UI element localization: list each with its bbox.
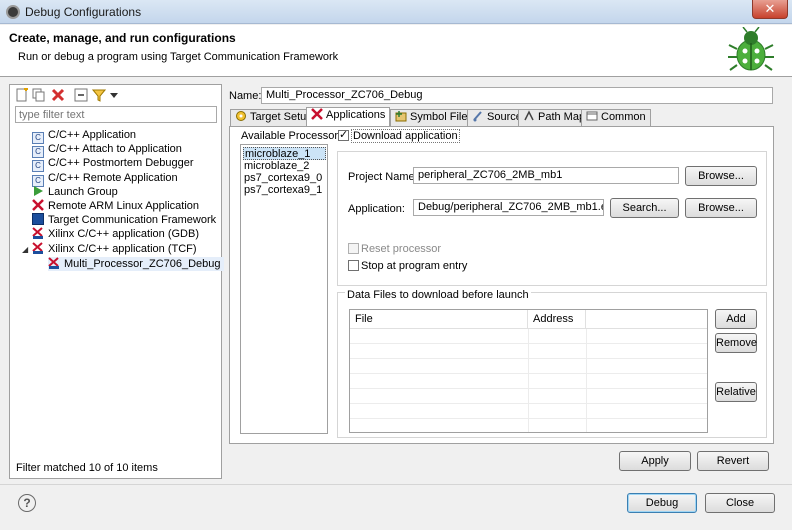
xilinx-icon — [311, 108, 323, 120]
available-processors-label: Available Processors — [241, 130, 344, 142]
download-application-checkbox[interactable] — [338, 128, 349, 141]
tree-item-remote-arm[interactable]: Remote ARM Linux Application — [32, 199, 199, 213]
stop-at-entry-label: Stop at program entry — [361, 260, 468, 272]
header-subtitle: Run or debug a program using Target Comm… — [18, 51, 339, 63]
tree-item-launch-group[interactable]: Launch Group — [32, 185, 118, 199]
processor-item[interactable]: microblaze_1 — [243, 147, 326, 160]
expand-arrow-icon[interactable]: ◢ — [22, 243, 32, 257]
tree-item-tcf[interactable]: Target Communication Framework — [32, 213, 216, 227]
tcf-icon — [32, 213, 44, 225]
project-name-field[interactable]: peripheral_ZC706_2MB_mb1 — [413, 167, 679, 184]
project-name-label: Project Name: — [348, 171, 418, 183]
common-icon — [586, 111, 598, 121]
tab-symbol-files[interactable]: Symbol Files — [390, 109, 478, 126]
apply-button[interactable]: Apply — [619, 451, 691, 471]
dialog-header: Create, manage, and run configurations R… — [0, 25, 792, 77]
tree-item-xilinx-gdb[interactable]: Xilinx C/C++ application (GDB) — [32, 227, 199, 241]
application-search-button[interactable]: Search... — [610, 198, 679, 218]
tree-item-c-postmortem[interactable]: C C/C++ Postmortem Debugger — [32, 156, 194, 172]
revert-button[interactable]: Revert — [697, 451, 769, 471]
footer-separator — [0, 484, 792, 485]
delete-icon[interactable] — [51, 88, 65, 102]
reset-processor-label: Reset processor — [361, 243, 442, 255]
bug-icon — [728, 27, 774, 71]
dropdown-arrow-icon[interactable] — [107, 88, 121, 102]
tree-item-c-application[interactable]: C C/C++ Application — [32, 128, 136, 144]
processor-item[interactable]: ps7_cortexa9_1 — [243, 184, 323, 197]
launch-group-icon — [34, 186, 43, 196]
data-files-table[interactable]: File Address — [349, 309, 708, 433]
filter-status: Filter matched 10 of 10 items — [16, 462, 158, 474]
tree-item-xilinx-tcf[interactable]: ◢ Xilinx C/C++ application (TCF) — [22, 242, 197, 256]
stop-at-entry-checkbox[interactable] — [348, 260, 359, 271]
relative-button[interactable]: Relative — [715, 382, 757, 402]
application-browse-button[interactable]: Browse... — [685, 198, 757, 218]
header-title: Create, manage, and run configurations — [9, 31, 236, 45]
data-files-label: Data Files to download before launch — [345, 289, 531, 301]
name-field[interactable]: Multi_Processor_ZC706_Debug — [261, 87, 773, 104]
symbol-files-icon — [395, 111, 407, 122]
xilinx-tcf-icon — [32, 242, 43, 254]
column-header-address[interactable]: Address — [528, 310, 586, 329]
duplicate-icon[interactable] — [32, 88, 46, 102]
path-map-icon — [524, 110, 534, 121]
tab-path-map[interactable]: Path Map — [518, 109, 591, 126]
title-bar: Debug Configurations ✕ — [0, 0, 792, 24]
column-header-empty — [586, 310, 707, 329]
column-divider — [586, 329, 587, 432]
tree-item-c-attach[interactable]: C C/C++ Attach to Application — [32, 142, 182, 158]
remove-button[interactable]: Remove — [715, 333, 757, 353]
application-label: Application: — [348, 203, 405, 215]
xilinx-tcf-icon — [48, 257, 59, 269]
project-browse-button[interactable]: Browse... — [685, 166, 757, 186]
configuration-tree-panel: CC/C++ Application CC/C++ Attach to Appl… — [9, 84, 224, 479]
column-header-file[interactable]: File — [350, 310, 528, 329]
filter-icon[interactable] — [92, 88, 106, 102]
tree-item-multi-processor-config[interactable]: Multi_Processor_ZC706_Debug — [48, 257, 224, 271]
source-icon — [473, 111, 482, 122]
collapse-all-icon[interactable] — [74, 88, 88, 102]
add-button[interactable]: Add — [715, 309, 757, 329]
target-setup-icon — [236, 111, 246, 121]
download-application-label: Download application — [351, 129, 460, 143]
application-field[interactable]: Debug/peripheral_ZC706_2MB_mb1.elf — [413, 199, 604, 216]
tab-applications[interactable]: Applications — [306, 107, 391, 127]
reset-processor-checkbox[interactable] — [348, 243, 359, 254]
column-divider — [528, 329, 529, 432]
window-close-button[interactable]: ✕ — [752, 0, 788, 19]
tree-item-c-remote[interactable]: C C/C++ Remote Application — [32, 171, 178, 187]
help-icon[interactable]: ? — [18, 494, 36, 512]
new-config-icon[interactable] — [15, 88, 29, 102]
xilinx-gdb-icon — [32, 227, 43, 239]
processor-list[interactable]: microblaze_1 microblaze_2 ps7_cortexa9_0… — [240, 144, 328, 434]
close-button[interactable]: Close — [705, 493, 775, 513]
debug-button[interactable]: Debug — [627, 493, 697, 513]
tab-target-setup[interactable]: Target Setup — [230, 109, 318, 126]
filter-input[interactable] — [15, 106, 217, 123]
window-title: Debug Configurations — [25, 5, 142, 19]
tab-common[interactable]: Common — [581, 109, 651, 126]
app-icon — [6, 5, 20, 19]
xilinx-icon — [32, 199, 44, 211]
name-label: Name: — [229, 90, 262, 102]
